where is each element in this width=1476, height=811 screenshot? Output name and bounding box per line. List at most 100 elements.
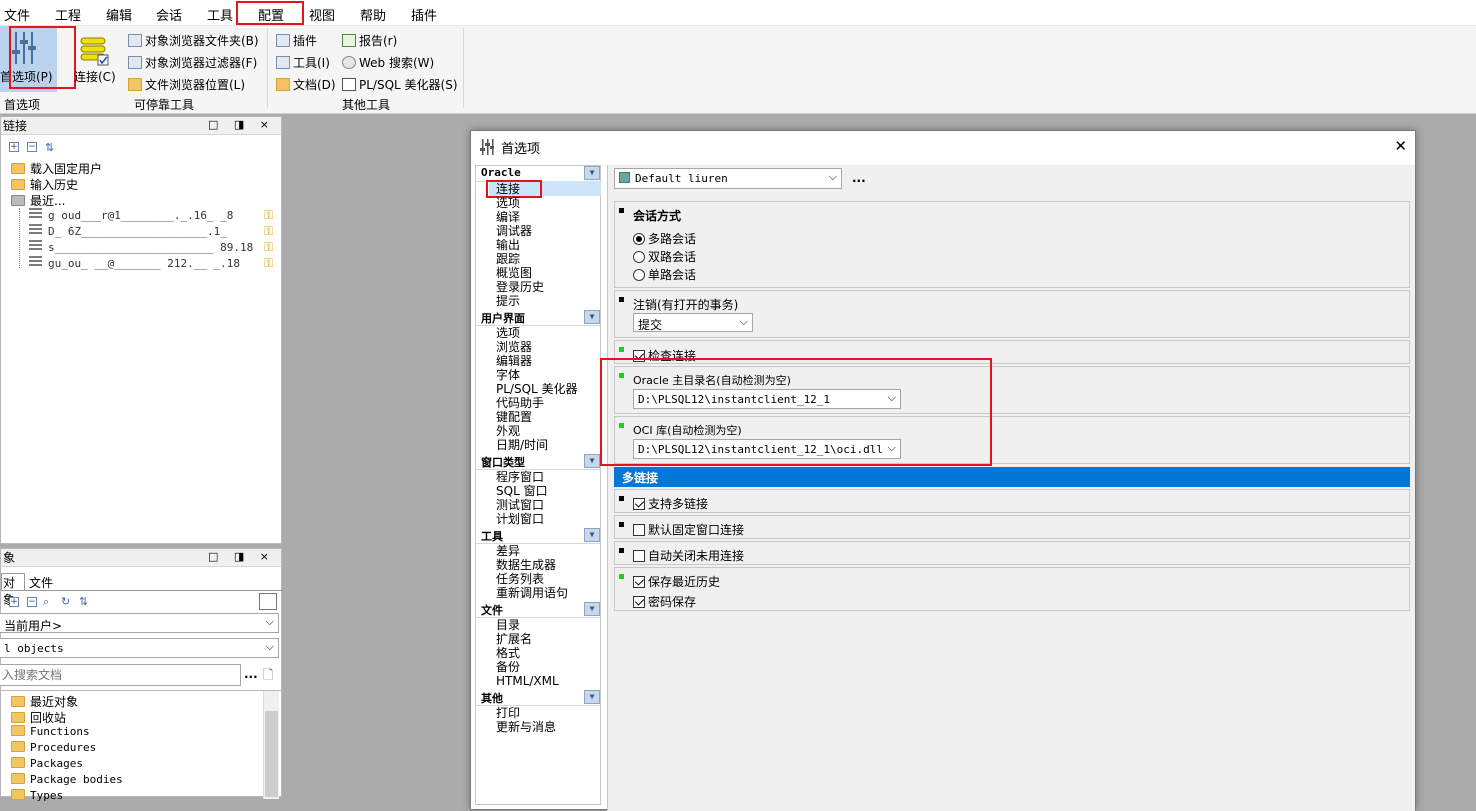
auto-close-unused-checkbox[interactable]: 自动关闭未用连接 <box>633 547 744 564</box>
nav-item[interactable]: 输出 <box>496 238 520 252</box>
menu-edit[interactable]: 编辑 <box>106 5 132 24</box>
nav-item[interactable]: 提示 <box>496 294 520 308</box>
collapse-icon[interactable]: ▼ <box>584 690 600 704</box>
nav-category-other[interactable]: 其他 ▼ <box>476 690 600 706</box>
tree-item-recent[interactable]: 最近... <box>11 192 65 208</box>
nav-item[interactable]: 跟踪 <box>496 252 520 266</box>
view-toggle-button[interactable] <box>259 593 277 610</box>
tab-objects[interactable]: 对象 <box>1 573 25 607</box>
connection-row[interactable]: gu_ou_ __@_______ 212.__ _.18 <box>29 256 240 272</box>
nav-item[interactable]: 浏览器 <box>496 340 532 354</box>
nav-item[interactable]: 扩展名 <box>496 632 532 646</box>
more-button[interactable]: ... <box>244 667 258 681</box>
tree-item[interactable]: Procedures <box>11 741 96 757</box>
tree-item[interactable]: Functions <box>11 725 90 741</box>
dockable-item-1[interactable]: 对象浏览器过滤器(F) <box>128 54 257 71</box>
menu-help[interactable]: 帮助 <box>360 5 386 24</box>
tree-item[interactable]: Package bodies <box>11 773 123 789</box>
collapse-icon[interactable]: ▼ <box>584 602 600 616</box>
new-document-icon[interactable]: 🗋 <box>263 666 273 688</box>
tree-item[interactable]: 回收站 <box>11 709 66 725</box>
nav-item[interactable]: 编译 <box>496 210 520 224</box>
other-tools[interactable]: 工具(I) <box>276 54 330 71</box>
expand-all-icon[interactable]: + <box>9 597 19 607</box>
nav-item[interactable]: 差异 <box>496 544 520 558</box>
nav-item[interactable]: 测试窗口 <box>496 498 544 512</box>
collapse-all-icon[interactable]: − <box>27 597 37 607</box>
search-input[interactable] <box>0 664 241 686</box>
sort-icon[interactable]: ⇅ <box>79 595 88 608</box>
tree-item[interactable]: Packages <box>11 757 83 773</box>
nav-item[interactable]: 编辑器 <box>496 354 532 368</box>
panel-window-buttons[interactable]: □ ◨ × <box>208 550 275 563</box>
menu-configure[interactable]: 配置 <box>258 5 284 24</box>
menu-file[interactable]: 文件 <box>4 5 30 24</box>
tree-item-history[interactable]: 输入历史 <box>11 176 78 192</box>
nav-item[interactable]: 代码助手 <box>496 396 544 410</box>
nav-category-tools[interactable]: 工具 ▼ <box>476 528 600 544</box>
oracle-home-select[interactable]: D:\PLSQL12\instantclient_12_1 ⌵ <box>633 389 901 409</box>
nav-item[interactable]: 计划窗口 <box>496 512 544 526</box>
save-password-checkbox[interactable]: 密码保存 <box>633 593 696 610</box>
dockable-item-2[interactable]: 文件浏览器位置(L) <box>128 76 245 93</box>
connection-row[interactable]: s________________________ 89.18 <box>29 240 253 256</box>
support-multi-connection-checkbox[interactable]: 支持多链接 <box>633 495 708 512</box>
other-report[interactable]: 报告(r) <box>342 32 397 49</box>
nav-item[interactable]: 概览图 <box>496 266 532 280</box>
menu-project[interactable]: 工程 <box>55 5 81 24</box>
scrollbar[interactable] <box>263 691 279 799</box>
collapse-icon[interactable]: ▼ <box>584 166 600 180</box>
nav-item[interactable]: 重新调用语句 <box>496 586 568 600</box>
collapse-icon[interactable]: ▼ <box>584 310 600 324</box>
other-web-search[interactable]: Web 搜索(W) <box>342 54 434 71</box>
nav-item[interactable]: 备份 <box>496 660 520 674</box>
profile-more-button[interactable]: ... <box>852 171 866 185</box>
dockable-item-0[interactable]: 对象浏览器文件夹(B) <box>128 32 259 49</box>
panel-window-buttons[interactable]: □ ◨ × <box>208 118 275 131</box>
nav-item[interactable]: PL/SQL 美化器 <box>496 382 578 396</box>
nav-item[interactable]: 目录 <box>496 618 520 632</box>
find-icon[interactable]: ⌕ <box>43 595 49 609</box>
default-fixed-window-checkbox[interactable]: 默认固定窗口连接 <box>633 521 744 538</box>
nav-category-oracle[interactable]: Oracle ▼ <box>476 166 600 182</box>
other-beautifier[interactable]: PL/SQL 美化器(S) <box>342 76 458 93</box>
close-icon[interactable]: ✕ <box>1394 137 1407 155</box>
nav-item[interactable]: 更新与消息 <box>496 720 556 734</box>
nav-item[interactable]: 键配置 <box>496 410 532 424</box>
tree-item[interactable]: 最近对象 <box>11 693 78 709</box>
nav-item[interactable]: HTML/XML <box>496 674 559 688</box>
nav-category-ui[interactable]: 用户界面 ▼ <box>476 310 600 326</box>
nav-item[interactable]: 调试器 <box>496 224 532 238</box>
nav-item[interactable]: 打印 <box>496 706 520 720</box>
menu-plugins[interactable]: 插件 <box>411 5 437 24</box>
collapse-icon[interactable]: ▼ <box>584 528 600 542</box>
menu-session[interactable]: 会话 <box>156 5 182 24</box>
user-select[interactable]: 当前用户> ⌵ <box>0 613 279 633</box>
sort-icon[interactable]: ⇅ <box>45 141 54 154</box>
tree-item[interactable]: Types <box>11 789 63 805</box>
collapse-icon[interactable]: ▼ <box>584 454 600 468</box>
nav-item[interactable]: 任务列表 <box>496 572 544 586</box>
check-connection-checkbox[interactable]: 检查连接 <box>633 347 696 364</box>
nav-item[interactable]: 格式 <box>496 646 520 660</box>
nav-item[interactable]: SQL 窗口 <box>496 484 548 498</box>
nav-item[interactable]: 程序窗口 <box>496 470 544 484</box>
oci-library-select[interactable]: D:\PLSQL12\instantclient_12_1\oci.dll ⌵ <box>633 439 901 459</box>
nav-item[interactable]: 登录历史 <box>496 280 544 294</box>
nav-item[interactable]: 日期/时间 <box>496 438 548 452</box>
connection-row[interactable]: D_ 6Z___________________.1_ <box>29 224 227 240</box>
menu-tools[interactable]: 工具 <box>207 5 233 24</box>
nav-item[interactable]: 外观 <box>496 424 520 438</box>
nav-category-files[interactable]: 文件 ▼ <box>476 602 600 618</box>
scrollbar-thumb[interactable] <box>265 711 278 797</box>
nav-item[interactable]: 字体 <box>496 368 520 382</box>
nav-item[interactable]: 数据生成器 <box>496 558 556 572</box>
tab-files[interactable]: 文件 <box>29 574 53 591</box>
other-docs[interactable]: 文档(D) <box>276 76 336 93</box>
nav-category-window-types[interactable]: 窗口类型 ▼ <box>476 454 600 470</box>
radio-single-session[interactable]: 单路会话 <box>633 266 696 283</box>
preferences-button[interactable]: 首选项(P) <box>0 26 57 92</box>
nav-item-connection[interactable]: 连接 <box>496 182 520 196</box>
logoff-select[interactable]: 提交 ⌵ <box>633 313 753 332</box>
collapse-all-icon[interactable]: − <box>27 142 37 152</box>
